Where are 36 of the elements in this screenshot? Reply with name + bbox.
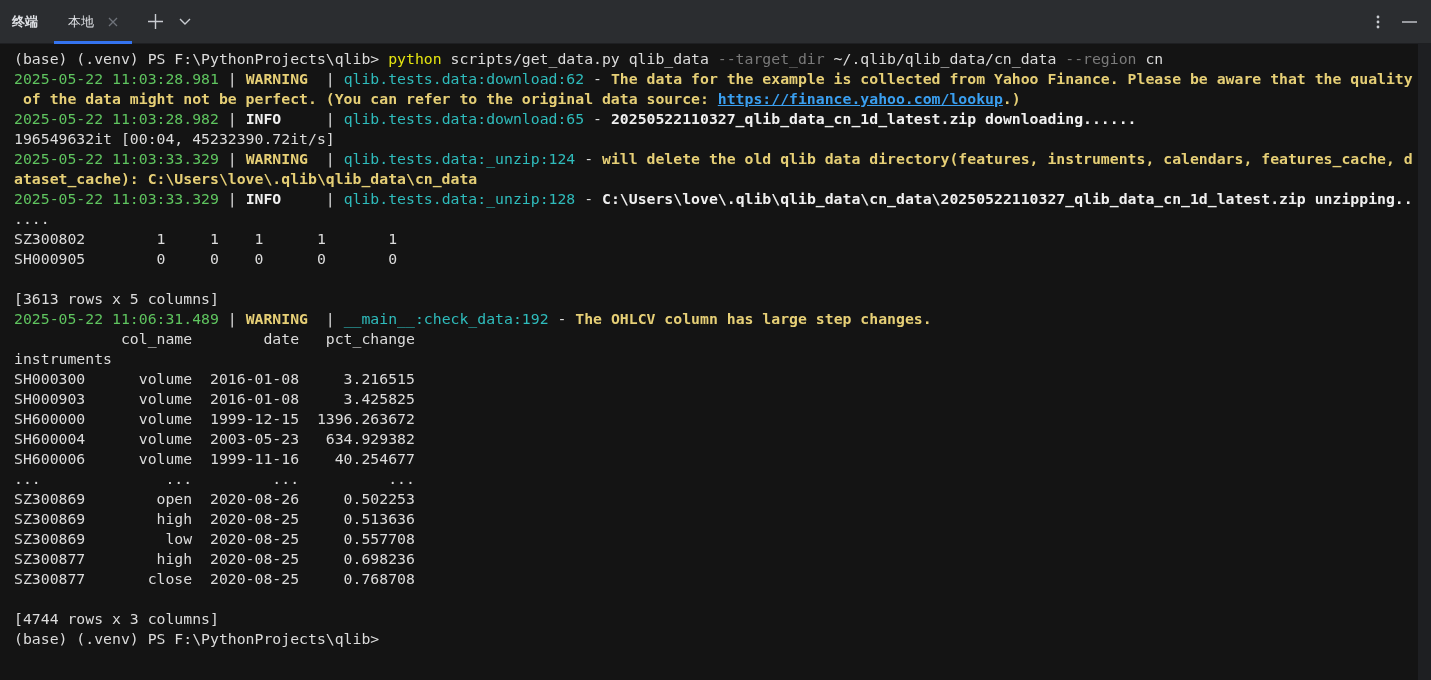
terminal-line: SZ300869 high 2020-08-25 0.513636 <box>14 509 416 529</box>
terminal-line: SH000903 volume 2016-01-08 3.425825 <box>14 389 416 409</box>
terminal-line: SH600000 volume 1999-12-15 1396.263672 <box>14 409 416 429</box>
terminal-line: 2025-05-22 11:03:33.329 | WARNING | qlib.tests.data:_unzip:124 - will delete the old qlib data directory(features, instruments, calendars, features_cache, d <box>14 149 1414 169</box>
terminal-line: (base) (.venv) PS F:\PythonProjects\qlib> python scripts/get_data.py qlib_data --target_dir ~/.qlib/qlib_data/cn_data --region cn <box>14 49 1165 69</box>
more-options-icon[interactable] <box>1376 14 1380 29</box>
terminal-line: SZ300869 low 2020-08-25 0.557708 <box>14 529 416 549</box>
chevron-down-icon[interactable] <box>179 18 191 25</box>
terminal-line: col_name date pct_change <box>119 329 416 349</box>
terminal-line: SZ300877 close 2020-08-25 0.768708 <box>14 569 416 589</box>
panel-title: 终端 <box>12 12 38 31</box>
terminal-line: instruments <box>14 349 113 369</box>
plus-icon[interactable] <box>148 14 163 29</box>
terminal-line: SZ300877 high 2020-08-25 0.698236 <box>14 549 416 569</box>
terminal-line: SZ300802 1 1 1 1 1 <box>14 229 399 249</box>
terminal-line: SZ300869 open 2020-08-26 0.502253 <box>14 489 416 509</box>
close-icon[interactable] <box>108 16 118 27</box>
terminal-line: .... <box>14 209 51 229</box>
terminal-line: ataset_cache): C:\Users\love\.qlib\qlib_data\cn_data <box>14 169 479 189</box>
terminal-line: 2025-05-22 11:03:28.982 | INFO | qlib.tests.data:download:65 - 20250522110327_qlib_data_cn_1d_latest.zip downloading...... <box>14 109 1138 129</box>
terminal-line: (base) (.venv) PS F:\PythonProjects\qlib> <box>14 629 381 649</box>
terminal-line: 2025-05-22 11:06:31.489 | WARNING | __main__:check_data:192 - The OHLCV column has large step changes. <box>14 309 933 329</box>
terminal-line: [3613 rows x 5 columns] <box>14 289 220 309</box>
terminal-line: [4744 rows x 3 columns] <box>14 609 220 629</box>
terminal-tab[interactable]: 本地 <box>54 0 132 44</box>
terminal-link[interactable]: https://finance.yahoo.com/lookup <box>717 90 1003 107</box>
minimize-icon[interactable] <box>1402 20 1417 23</box>
terminal-line: 196549632it [00:04, 45232390.72it/s] <box>14 129 336 149</box>
terminal-line: 2025-05-22 11:03:33.329 | INFO | qlib.tests.data:_unzip:128 - C:\Users\love\.qlib\qlib_data\cn_data\20250522110327_qlib_data_cn_1d_latest.zip unzipping.. <box>14 189 1414 209</box>
terminal-line: SH000300 volume 2016-01-08 3.216515 <box>14 369 416 389</box>
terminal-line: ... ... ... ... <box>14 469 416 489</box>
terminal-line: 2025-05-22 11:03:28.981 | WARNING | qlib.tests.data:download:62 - The data for the example is collected from Yahoo Finance. Please be aware that the quality <box>14 69 1414 89</box>
terminal-line: SH600004 volume 2003-05-23 634.929382 <box>14 429 416 449</box>
terminal-line: SH000905 0 0 0 0 0 <box>14 249 399 269</box>
terminal-line: SH600006 volume 1999-11-16 40.254677 <box>14 449 416 469</box>
terminal-line: of the data might not be perfect. (You can refer to the original data source: https://finance.yahoo.com/lookup.) <box>21 89 1022 109</box>
